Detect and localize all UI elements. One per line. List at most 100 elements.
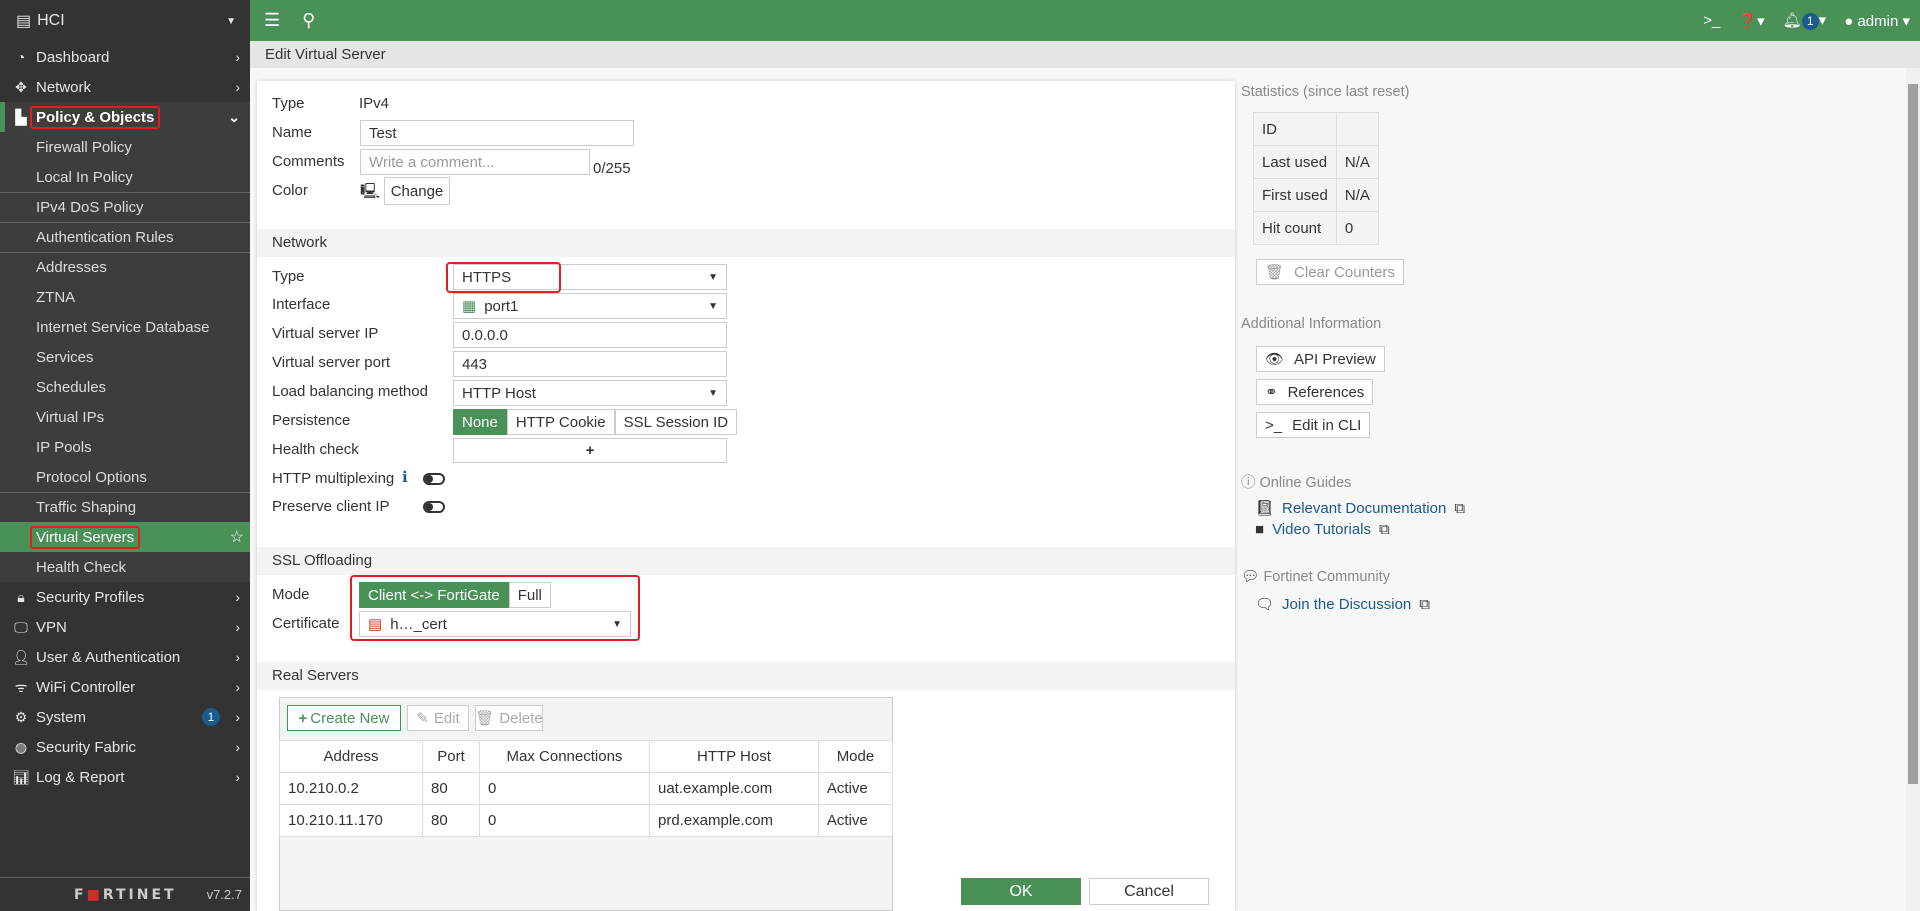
sidebar-item-virtual-ips[interactable]: Virtual IPs — [0, 402, 250, 432]
star-icon[interactable]: ☆ — [230, 527, 244, 547]
dropdown-arrow-icon: ▼ — [708, 271, 718, 283]
column-header[interactable]: Mode — [817, 740, 894, 773]
lb-method-select[interactable]: HTTP Host ▼ — [453, 380, 727, 406]
edit-cli-button[interactable]: >_ Edit in CLI — [1256, 412, 1371, 438]
external-link-icon: ⧉ — [1454, 499, 1466, 517]
api-preview-button[interactable]: 👁 API Preview — [1256, 346, 1385, 372]
sidebar-item-firewall-policy[interactable]: Firewall Policy — [0, 132, 250, 162]
sidebar-item-internet-service-database[interactable]: Internet Service Database — [0, 312, 250, 342]
stats-label: ID — [1253, 112, 1337, 146]
sidebar-item-services[interactable]: Services — [0, 342, 250, 372]
user-menu[interactable]: ● admin ▾ — [1844, 12, 1910, 30]
persistence-toggle[interactable]: None HTTP Cookie SSL Session ID — [453, 409, 738, 435]
certificate-select[interactable]: ▤ h…_cert ▼ — [359, 611, 631, 637]
sidebar-item-schedules[interactable]: Schedules — [0, 372, 250, 402]
cancel-button[interactable]: Cancel — [1089, 878, 1209, 905]
nav-network[interactable]: ✥ Network › — [0, 72, 250, 102]
nav-security-fabric[interactable]: ◍ Security Fabric › — [0, 732, 250, 762]
http-multiplexing-toggle[interactable] — [423, 473, 445, 485]
nav-dashboard[interactable]: ◔ Dashboard › — [0, 42, 250, 72]
column-header[interactable]: Address — [278, 740, 424, 773]
relevant-docs-link[interactable]: 📓︎ Relevant Documentation ⧉ — [1255, 499, 1466, 518]
user-icon: 👤︎ — [12, 648, 30, 665]
port-icon: ▦ — [462, 298, 477, 315]
notifications-button[interactable]: 🔔︎ 1 ▾ — [1783, 11, 1826, 30]
sidebar-item-authentication-rules[interactable]: Authentication Rules — [0, 222, 250, 252]
chevron-right-icon: › — [235, 709, 240, 725]
references-button[interactable]: ⚭ References — [1256, 379, 1374, 405]
sidebar-item-label: Protocol Options — [36, 468, 147, 486]
create-new-button[interactable]: + Create New — [287, 705, 401, 731]
preserve-client-ip-toggle[interactable] — [423, 501, 445, 513]
column-header[interactable]: HTTP Host — [648, 740, 819, 773]
edit-form: Type IPv4 Name Test Comments Write a com… — [257, 81, 1235, 911]
device-selector[interactable]: ▤ HCI ▼ — [0, 0, 250, 42]
comments-icon: 💬︎ — [1241, 569, 1260, 585]
change-color-button[interactable]: Change — [384, 177, 450, 205]
virtual-server-port-input[interactable]: 443 — [453, 351, 727, 377]
nav-wifi-controller[interactable]: ᯤ WiFi Controller › — [0, 672, 250, 702]
sidebar-item-virtual-servers[interactable]: Virtual Servers ☆ — [0, 522, 250, 552]
mode-client-fortigate[interactable]: Client <-> FortiGate — [359, 582, 509, 608]
persistence-ssl-session[interactable]: SSL Session ID — [614, 409, 738, 435]
table-row[interactable]: 10.210.0.2 80 0 uat.example.com Active — [278, 772, 894, 805]
interface-select[interactable]: ▦ port1 ▼ — [453, 293, 727, 319]
edit-button[interactable]: ✎ Edit — [407, 705, 469, 731]
scrollbar[interactable] — [1906, 68, 1920, 911]
sidebar-item-label: Addresses — [36, 259, 107, 276]
table-cell: 0 — [478, 804, 650, 837]
ssl-mode-toggle[interactable]: Client <-> FortiGate Full — [359, 582, 551, 608]
sidebar-item-health-check[interactable]: Health Check — [0, 552, 250, 582]
sidebar-item-protocol-options[interactable]: Protocol Options — [0, 462, 250, 492]
join-discussion-link[interactable]: 🗨 Join the Discussion ⧉ — [1255, 595, 1430, 614]
stats-row: ID — [1253, 112, 1379, 146]
scrollbar-thumb[interactable] — [1908, 84, 1918, 784]
table-row[interactable]: 10.210.11.170 80 0 prd.example.com Active — [278, 804, 894, 837]
nav-system[interactable]: ⚙ System 1 › — [0, 702, 250, 732]
mode-label: Mode — [272, 586, 310, 603]
virtual-server-ip-input[interactable]: 0.0.0.0 — [453, 322, 727, 348]
cli-icon: >_ — [1265, 416, 1283, 434]
vport-label: Virtual server port — [272, 354, 391, 371]
column-header[interactable]: Port — [422, 740, 480, 773]
nav-label: Dashboard — [36, 48, 110, 66]
join-discussion-label: Join the Discussion — [1282, 595, 1412, 613]
table-cell: Active — [817, 804, 894, 837]
sidebar-item-local-in-policy[interactable]: Local In Policy — [0, 162, 250, 192]
nav-policy-objects[interactable]: ▙ Policy & Objects ⌄ — [0, 102, 250, 132]
comments-input[interactable]: Write a comment... — [360, 149, 590, 175]
sidebar-item-ipv4-dos-policy[interactable]: IPv4 DoS Policy — [0, 192, 250, 222]
caret-down-icon: ▼ — [226, 15, 236, 27]
add-health-check-button[interactable]: + — [453, 438, 727, 463]
nav-log-report[interactable]: 📊︎ Log & Report › — [0, 762, 250, 792]
persistence-http-cookie[interactable]: HTTP Cookie — [506, 409, 615, 435]
sidebar-item-label: Local In Policy — [36, 168, 133, 186]
clear-counters-button[interactable]: 🗑 Clear Counters — [1256, 259, 1404, 285]
sidebar-item-traffic-shaping[interactable]: Traffic Shaping — [0, 492, 250, 522]
sidebar-item-label: Virtual Servers — [30, 525, 141, 549]
name-input[interactable]: Test — [360, 120, 634, 146]
search-icon[interactable]: ⚲ — [302, 10, 315, 31]
type-label: Type — [272, 95, 305, 112]
community-label: Fortinet Community — [1263, 569, 1390, 585]
nav-vpn[interactable]: 🖵 VPN › — [0, 612, 250, 642]
ok-button[interactable]: OK — [961, 878, 1081, 905]
menu-icon[interactable]: ☰ — [264, 10, 280, 31]
dropdown-arrow-icon: ▼ — [708, 387, 718, 399]
video-tutorials-link[interactable]: ■ Video Tutorials ⧉ — [1255, 521, 1390, 538]
help-icon[interactable]: ❓▾ — [1738, 12, 1764, 30]
nav-security-profiles[interactable]: 🔒︎ Security Profiles › — [0, 582, 250, 612]
sidebar-item-ip-pools[interactable]: IP Pools — [0, 432, 250, 462]
sidebar-item-addresses[interactable]: Addresses — [0, 252, 250, 282]
mode-full[interactable]: Full — [508, 582, 551, 608]
nav-user-authentication[interactable]: 👤︎ User & Authentication › — [0, 642, 250, 672]
cli-console-icon[interactable]: >_ — [1703, 12, 1720, 29]
lb-value: HTTP Host — [462, 384, 536, 402]
type-value: IPv4 — [359, 95, 390, 112]
delete-button[interactable]: 🗑 Delete — [475, 705, 543, 731]
sidebar-item-ztna[interactable]: ZTNA — [0, 282, 250, 312]
nav-label: VPN — [36, 618, 67, 636]
persistence-none[interactable]: None — [453, 409, 507, 435]
column-header[interactable]: Max Connections — [478, 740, 650, 773]
persistence-label: Persistence — [272, 412, 351, 429]
